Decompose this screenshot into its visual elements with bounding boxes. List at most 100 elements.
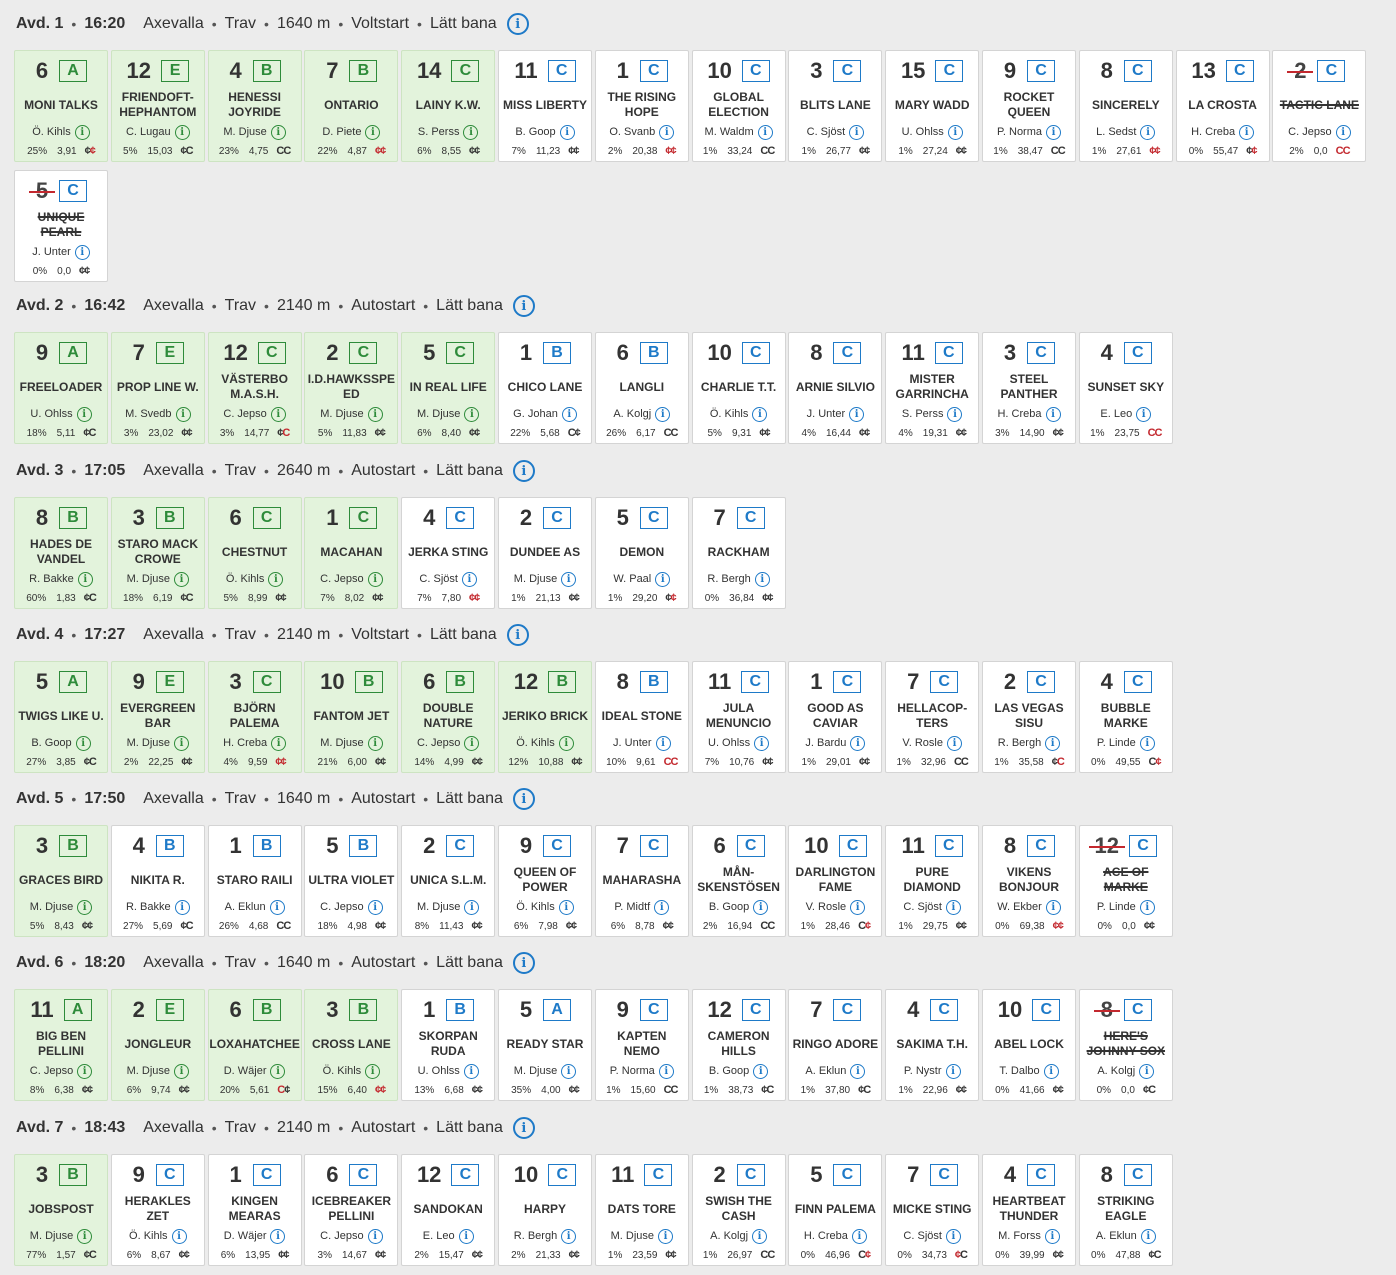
horse-card[interactable]: 1 C THE RISING HOPE O. Svanb i 2% 20,38 ¢¢ xyxy=(594,50,689,162)
info-circle-icon[interactable]: i xyxy=(175,406,191,422)
info-circle-icon[interactable]: i xyxy=(1139,735,1155,751)
grade-badge[interactable]: C xyxy=(446,342,475,364)
grade-badge[interactable]: B xyxy=(252,835,281,857)
grade-badge[interactable]: C xyxy=(1123,1164,1152,1186)
grade-badge[interactable]: C xyxy=(155,1164,184,1186)
grade-badge[interactable]: E xyxy=(155,671,184,693)
horse-card[interactable]: 11 C MISTER GARRINCHA S. Perss i 4% 19,31 ¢¢ xyxy=(885,332,980,444)
grade-badge[interactable]: A xyxy=(63,999,92,1021)
horse-card[interactable]: 4 B HENESSI JOYRIDE M. Djuse i 23% 4,75 CC xyxy=(207,50,302,162)
horse-card[interactable]: 9 C ROCKET QUEEN P. Norma i 1% 38,47 CC xyxy=(982,50,1076,162)
grade-badge[interactable]: C xyxy=(446,835,475,857)
grade-badge[interactable]: C xyxy=(451,1164,480,1186)
grade-badge[interactable]: C xyxy=(1123,342,1152,364)
grade-badge[interactable]: C xyxy=(543,507,571,529)
horse-card[interactable]: 6 C MÅN-SKENSTÖSEN B. Goop i 2% 16,94 CC xyxy=(691,825,786,937)
grade-badge[interactable]: C xyxy=(930,671,959,693)
grade-badge[interactable]: C xyxy=(833,1164,862,1186)
info-circle-icon[interactable]: i xyxy=(945,1063,961,1079)
horse-card[interactable]: 8 C VIKENS BONJOUR W. Ekber i 0% 69,38 ¢¢ xyxy=(982,825,1076,937)
grade-badge[interactable]: C xyxy=(930,999,959,1021)
horse-card[interactable]: 14 C LAINY K.W. S. Perss i 6% 8,55 ¢¢ xyxy=(401,50,496,162)
info-circle-icon[interactable]: i xyxy=(655,406,671,422)
info-circle-icon[interactable]: i xyxy=(74,244,90,260)
grade-badge[interactable]: B xyxy=(155,507,184,529)
info-circle-icon[interactable]: i xyxy=(849,406,865,422)
info-circle-icon[interactable]: i xyxy=(752,1228,768,1244)
grade-badge[interactable]: B xyxy=(639,342,668,364)
horse-card[interactable]: 10 C GLOBAL ELECTION M. Waldm i 1% 33,24 CC xyxy=(691,50,786,162)
info-circle-icon[interactable]: i xyxy=(1045,406,1061,422)
info-circle-icon[interactable]: i xyxy=(77,571,93,587)
info-circle-icon[interactable]: i xyxy=(1043,1063,1059,1079)
info-circle-icon[interactable]: i xyxy=(752,406,768,422)
grade-badge[interactable]: B xyxy=(252,999,281,1021)
grade-badge[interactable]: C xyxy=(451,60,480,82)
horse-card[interactable]: 11 C MISS LIBERTY B. Goop i 7% 11,23 ¢¢ xyxy=(498,50,592,162)
info-circle-icon[interactable]: i xyxy=(850,735,866,751)
horse-card[interactable]: 12 C SANDOKAN E. Leo i 2% 15,47 ¢¢ xyxy=(401,1154,496,1266)
info-circle-icon[interactable]: i xyxy=(270,1228,286,1244)
horse-card[interactable]: 3 C BLITS LANE C. Sjöst i 1% 26,77 ¢¢ xyxy=(788,50,883,162)
horse-card[interactable]: 7 C RACKHAM R. Bergh i 0% 36,84 ¢¢ xyxy=(691,497,786,609)
horse-card[interactable]: 1 B SKORPAN RUDA U. Ohlss i 13% 6,68 ¢¢ xyxy=(401,989,496,1101)
info-circle-icon[interactable]: i xyxy=(77,1228,93,1244)
grade-badge[interactable]: C xyxy=(252,507,281,529)
horse-card[interactable]: 11 A BIG BEN PELLINI C. Jepso i 8% 6,38 ¢¢ xyxy=(14,989,108,1101)
horse-card[interactable]: 5 A READY STAR M. Djuse i 35% 4,00 ¢¢ xyxy=(498,989,592,1101)
grade-badge[interactable]: E xyxy=(155,342,184,364)
horse-card[interactable]: 1 B STARO RAILI A. Eklun i 26% 4,68 CC xyxy=(207,825,302,937)
info-circle-icon[interactable]: i xyxy=(757,124,773,140)
info-circle-icon[interactable]: i xyxy=(506,624,529,646)
info-circle-icon[interactable]: i xyxy=(947,124,963,140)
grade-badge[interactable]: B xyxy=(349,999,378,1021)
info-circle-icon[interactable]: i xyxy=(561,1063,577,1079)
horse-card[interactable]: 10 B FANTOM JET M. Djuse i 21% 6,00 ¢¢ xyxy=(304,661,399,773)
info-circle-icon[interactable]: i xyxy=(461,571,477,587)
info-circle-icon[interactable]: i xyxy=(506,13,529,35)
grade-badge[interactable]: C xyxy=(252,671,281,693)
horse-card[interactable]: 10 C CHARLIE T.T. Ö. Kihls i 5% 9,31 ¢¢ xyxy=(691,332,786,444)
info-circle-icon[interactable]: i xyxy=(849,124,865,140)
grade-badge[interactable]: C xyxy=(1027,342,1055,364)
info-circle-icon[interactable]: i xyxy=(659,124,675,140)
horse-card[interactable]: 3 B CROSS LANE Ö. Kihls i 15% 6,40 ¢¢ xyxy=(304,989,399,1101)
horse-card[interactable]: 7 E PROP LINE W. M. Svedb i 3% 23,02 ¢¢ xyxy=(110,332,205,444)
info-circle-icon[interactable]: i xyxy=(367,571,383,587)
info-circle-icon[interactable]: i xyxy=(946,735,962,751)
info-circle-icon[interactable]: i xyxy=(512,460,535,482)
horse-card[interactable]: 15 C MARY WADD U. Ohlss i 1% 27,24 ¢¢ xyxy=(885,50,980,162)
info-circle-icon[interactable]: i xyxy=(945,899,961,915)
horse-card[interactable]: 11 C DATS TORE M. Djuse i 1% 23,59 ¢¢ xyxy=(594,1154,689,1266)
horse-card[interactable]: 7 C HELLACOP-TERS V. Rosle i 1% 32,96 CC xyxy=(885,661,980,773)
grade-badge[interactable]: B xyxy=(446,671,475,693)
grade-badge[interactable]: C xyxy=(446,507,475,529)
grade-badge[interactable]: C xyxy=(833,671,862,693)
grade-badge[interactable]: B xyxy=(349,60,378,82)
horse-card[interactable]: 7 B ONTARIO D. Piete i 22% 4,87 ¢¢ xyxy=(304,50,399,162)
horse-card[interactable]: 3 C STEEL PANTHER H. Creba i 3% 14,90 ¢¢ xyxy=(982,332,1076,444)
grade-badge[interactable]: C xyxy=(349,1164,378,1186)
info-circle-icon[interactable]: i xyxy=(458,1228,474,1244)
info-circle-icon[interactable]: i xyxy=(464,899,480,915)
horse-card[interactable]: 1 B CHICO LANE G. Johan i 22% 5,68 C¢ xyxy=(498,332,592,444)
horse-card[interactable]: 4 C HEARTBEAT THUNDER M. Forss i 0% 39,99 ¢¢ xyxy=(982,1154,1076,1266)
info-circle-icon[interactable]: i xyxy=(850,1063,866,1079)
info-circle-icon[interactable]: i xyxy=(271,735,287,751)
horse-card[interactable]: 8 C ARNIE SILVIO J. Unter i 4% 16,44 ¢¢ xyxy=(788,332,883,444)
info-circle-icon[interactable]: i xyxy=(1046,124,1062,140)
horse-card[interactable]: 5 A TWIGS LIKE U. B. Goop i 27% 3,85 ¢C xyxy=(14,661,108,773)
horse-card[interactable]: 13 C LA CROSTA H. Creba i 0% 55,47 ¢¢ xyxy=(1175,50,1270,162)
info-circle-icon[interactable]: i xyxy=(655,735,671,751)
horse-card[interactable]: 11 C PURE DIAMOND C. Sjöst i 1% 29,75 ¢¢ xyxy=(885,825,980,937)
horse-card[interactable]: 4 C BUBBLE MARKE P. Linde i 0% 49,55 C¢ xyxy=(1078,661,1173,773)
grade-badge[interactable]: B xyxy=(155,835,184,857)
info-circle-icon[interactable]: i xyxy=(270,1063,286,1079)
info-circle-icon[interactable]: i xyxy=(512,788,535,810)
horse-card[interactable]: 11 C JULA MENUNCIO U. Ohlss i 7% 10,76 ¢¢ xyxy=(691,661,786,773)
grade-badge[interactable]: C xyxy=(1123,671,1152,693)
horse-card[interactable]: 9 C KAPTEN NEMO P. Norma i 1% 15,60 CC xyxy=(594,989,689,1101)
horse-card[interactable]: 9 C HERAKLES ZET Ö. Kihls i 6% 8,67 ¢¢ xyxy=(110,1154,205,1266)
horse-card[interactable]: 4 B NIKITA R. R. Bakke i 27% 5,69 ¢C xyxy=(110,825,205,937)
horse-card[interactable]: 3 B JOBSPOST M. Djuse i 77% 1,57 ¢C xyxy=(14,1154,108,1266)
